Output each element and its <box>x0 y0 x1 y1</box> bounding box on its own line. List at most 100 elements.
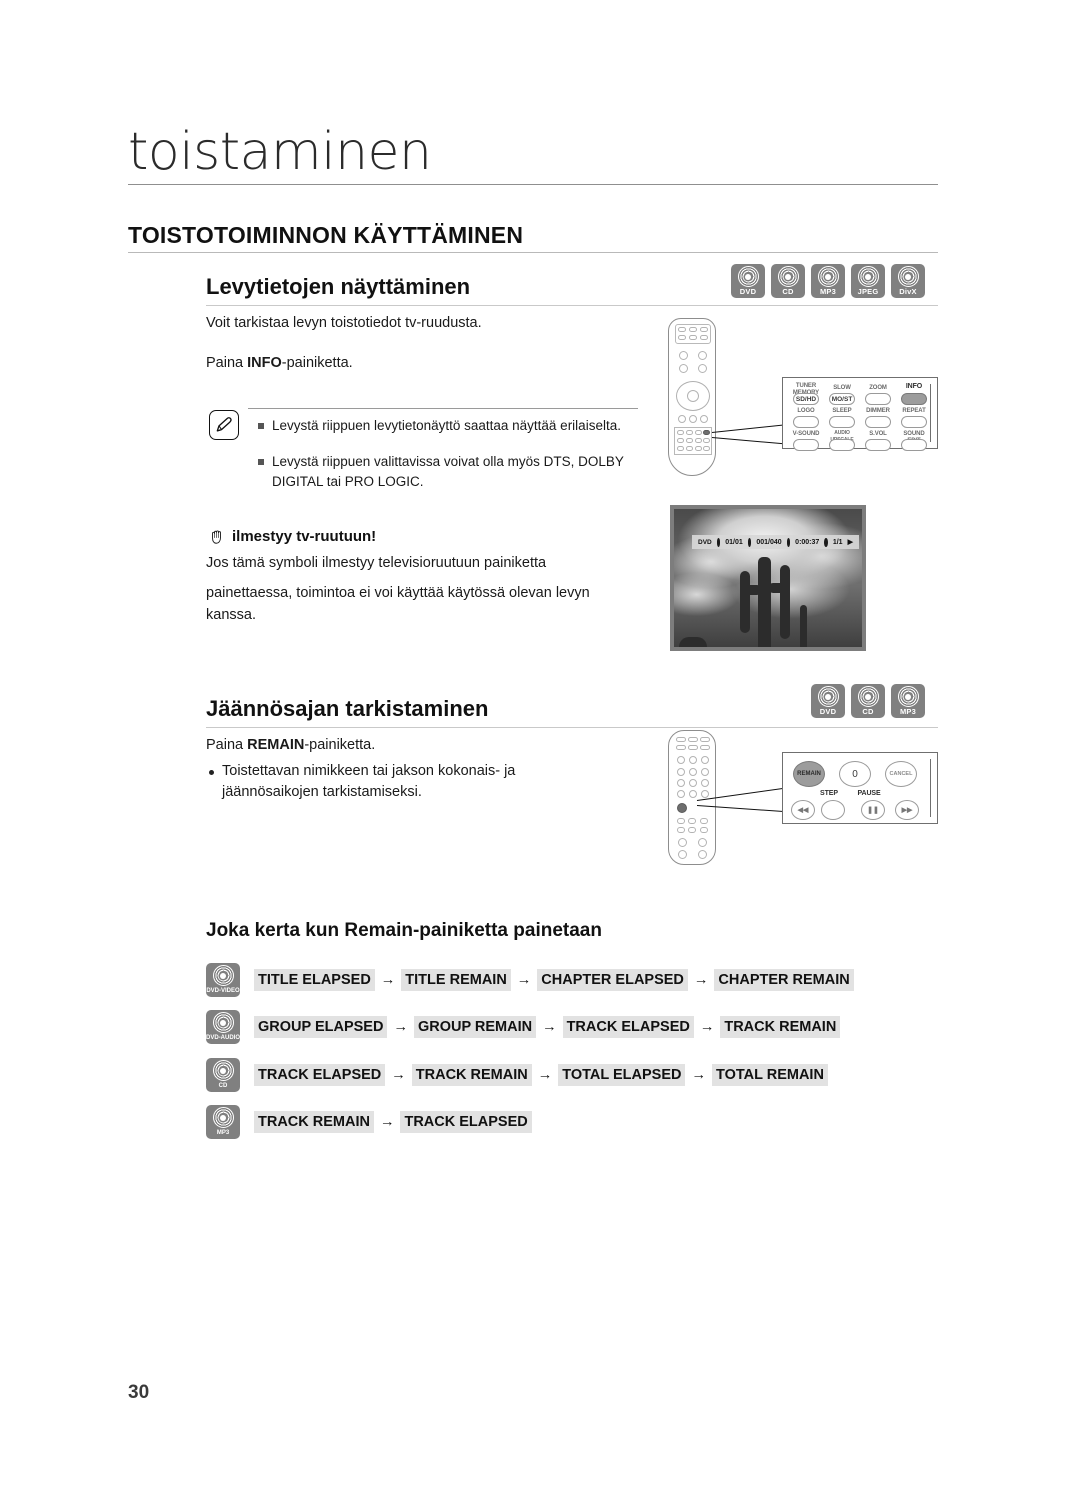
note-text-1: Levystä riippuen levytietonäyttö saattaa… <box>272 418 621 433</box>
callout-button-v-sound[interactable] <box>793 439 819 451</box>
callout-button-zoom[interactable] <box>865 393 891 405</box>
remote-btn <box>676 737 686 742</box>
remote-btn <box>677 438 684 443</box>
disc-icon <box>897 266 919 287</box>
subsection-divider-2 <box>206 727 938 728</box>
callout-label-step: STEP <box>820 790 838 797</box>
disc-badge-label: DivX <box>899 287 917 296</box>
callout-button-pause[interactable]: ❚❚ <box>861 800 885 820</box>
callout-button-zero[interactable]: 0 <box>839 761 871 787</box>
callout-button-prev-skip[interactable]: ◀◀ <box>791 800 815 820</box>
sequence-step: TOTAL ELAPSED <box>558 1064 686 1086</box>
hand-note-line-1: Jos tämä symboli ilmestyy televisioruutu… <box>206 555 547 571</box>
osd-disc-type: DVD <box>698 538 712 546</box>
sequence-step: TITLE ELAPSED <box>254 969 375 991</box>
sequence-arrow: → <box>699 1019 715 1035</box>
remain-bullet-line-2: jäännösaikojen tarkistamiseksi. <box>222 784 422 800</box>
instruction-prefix: Paina <box>206 737 248 753</box>
disc-badge-cd: CD <box>771 264 805 298</box>
sequence-step: TITLE REMAIN <box>401 969 511 991</box>
sequence-step: GROUP REMAIN <box>413 1016 537 1038</box>
callout-button-repeat[interactable] <box>901 416 927 428</box>
disc-icon <box>897 686 919 707</box>
remain-instruction: Paina REMAIN-painiketta. <box>206 735 375 756</box>
remote-info-button-highlight <box>703 430 710 435</box>
osd-angle-value: 1/1 <box>832 538 843 546</box>
callout-label-repeat: REPEAT <box>902 408 926 414</box>
hand-note-line-2: painettaessa, toimintoa ei voi käyttää k… <box>206 585 590 601</box>
callout-button-sd-hd[interactable]: SD/HD <box>793 393 819 405</box>
callout-button-step[interactable] <box>821 800 845 820</box>
pencil-note-icon <box>209 410 239 440</box>
disc-badge-jpeg: JPEG <box>851 264 885 298</box>
remote-btn <box>676 745 686 750</box>
sequence-row-dvd-video: DVD-VIDEO TITLE ELAPSED → TITLE REMAIN →… <box>206 963 854 997</box>
cactus-small <box>800 605 807 647</box>
osd-play-icon: ▶ <box>847 539 853 546</box>
sequence-step: TOTAL REMAIN <box>711 1064 828 1086</box>
remote-btn <box>689 415 697 423</box>
callout-button-logo[interactable] <box>793 416 819 428</box>
disc-icon <box>212 1107 234 1128</box>
disc-badge-label: CD <box>862 707 874 716</box>
callout-button-cancel[interactable]: CANCEL <box>885 761 917 787</box>
callout-button-next-skip[interactable]: ▶▶ <box>895 800 919 820</box>
disc-badge-cd: CD <box>851 684 885 718</box>
sequence-arrow: → <box>537 1067 553 1083</box>
remote-num-4 <box>677 779 685 787</box>
disc-badge-mp3: MP3 <box>891 684 925 718</box>
callout-button-dimmer[interactable] <box>865 416 891 428</box>
section-title: TOISTOTOIMINNON KÄYTTÄMINEN <box>128 222 524 248</box>
callout-label-slow: SLOW <box>833 385 851 391</box>
remote-volume-down <box>678 850 687 859</box>
section-divider <box>128 252 938 253</box>
remote-num-9 <box>701 790 709 798</box>
camera-angle-icon <box>824 537 828 547</box>
disc-badge-label: MP3 <box>899 707 917 716</box>
sequence-arrow: → <box>542 1019 557 1035</box>
disc-badge-cd: CD <box>206 1058 240 1092</box>
callout-leader-line <box>711 424 784 434</box>
osd-title-value: 01/01 <box>725 538 743 546</box>
disc-badge-label: MP3 <box>819 287 837 296</box>
disc-badges-remain: DVD CD MP3 <box>811 684 925 718</box>
clock-icon <box>786 537 791 547</box>
callout-button-audio-upscale[interactable] <box>829 439 855 451</box>
callout-label-logo: LOGO <box>797 408 815 414</box>
remote-btn <box>695 438 702 443</box>
remote-btn <box>688 745 698 750</box>
disc-badge-divx: DivX <box>891 264 925 298</box>
title-divider <box>128 184 938 185</box>
callout-button-sound-edit[interactable] <box>901 439 927 451</box>
callout-button-info-highlight[interactable] <box>901 393 927 405</box>
note-divider <box>248 408 638 409</box>
sequence-row-mp3: MP3 TRACK REMAIN → TRACK ELAPSED <box>206 1105 532 1139</box>
sequence-arrow: → <box>379 1114 395 1130</box>
tv-screenshot: DVD 01/01 001/040 0:00:37 1/1 ▶ <box>670 505 866 651</box>
sequence-row-dvd-audio: DVD-AUDIO GROUP ELAPSED → GROUP REMAIN →… <box>206 1010 841 1044</box>
disc-info-instruction: Paina INFO-painiketta. <box>206 353 353 374</box>
cactus-arm-left-join <box>740 585 762 595</box>
disc-badge-label: DVD-AUDIO <box>206 1035 240 1041</box>
callout-button-remain-highlight[interactable]: REMAIN <box>793 761 825 787</box>
remote-channel-up <box>698 351 707 360</box>
page-number: 30 <box>128 1382 150 1403</box>
disc-icon <box>857 686 879 707</box>
sequence-heading: Joka kerta kun Remain-painiketta paineta… <box>206 920 602 941</box>
remote-volume-up <box>679 351 688 360</box>
subsection-heading-remain: Jäännösajan tarkistaminen <box>206 696 489 721</box>
remote-control-illustration-info <box>668 318 716 476</box>
callout-button-sleep[interactable] <box>829 416 855 428</box>
remote-btn <box>686 446 693 451</box>
chapter-title: toistaminen <box>128 122 432 182</box>
callout-button-mo-st[interactable]: MO/ST <box>829 393 855 405</box>
callout-label-info: INFO <box>905 383 923 390</box>
remote-btn <box>700 327 708 332</box>
sequence-step: TRACK ELAPSED <box>400 1111 532 1133</box>
sequence-chain: TITLE ELAPSED → TITLE REMAIN → CHAPTER E… <box>254 969 854 991</box>
remote-btn <box>686 438 693 443</box>
callout-button-s-vol[interactable] <box>865 439 891 451</box>
remote-btn <box>695 430 702 435</box>
sequence-arrow: → <box>691 1067 706 1083</box>
remote-btn <box>689 335 697 340</box>
